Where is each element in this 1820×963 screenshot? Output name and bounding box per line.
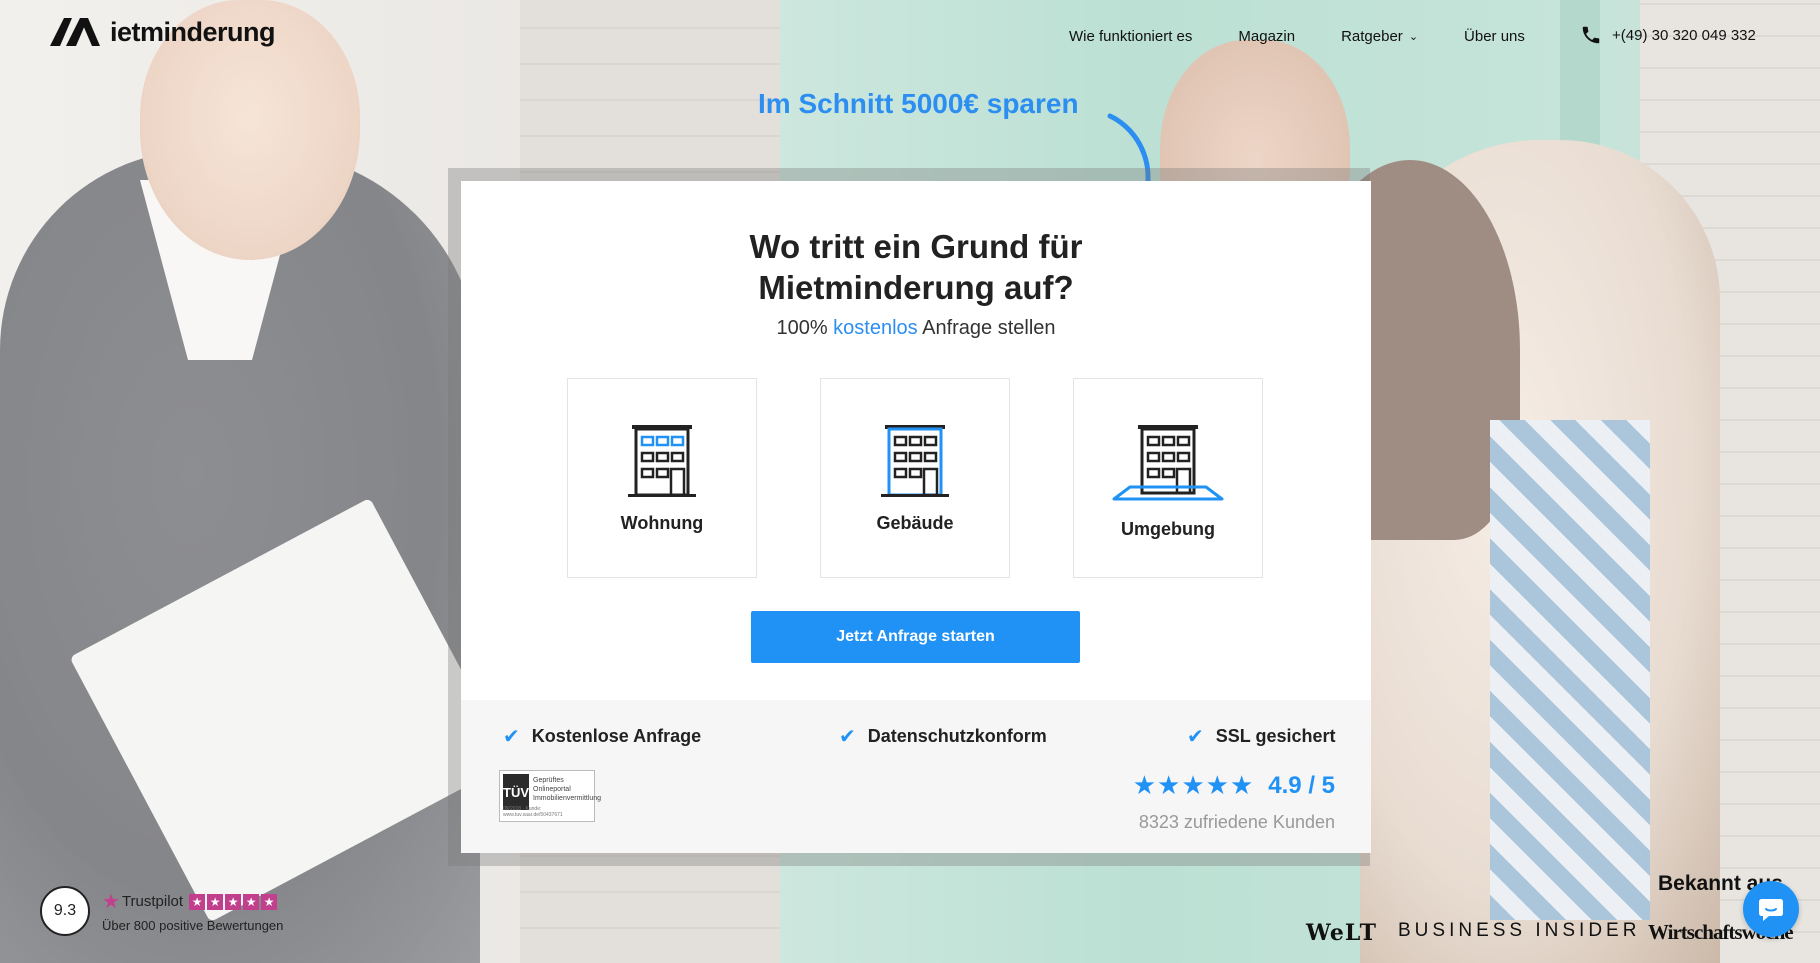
check-icon: ✔ bbox=[839, 726, 856, 748]
option-umgebung[interactable]: Umgebung bbox=[1073, 378, 1263, 578]
option-wohnung[interactable]: Wohnung bbox=[567, 378, 757, 578]
main-nav: Wie funktioniert es Magazin Ratgeber ⌄ Ü… bbox=[1069, 28, 1571, 45]
start-request-button[interactable]: Jetzt Anfrage starten bbox=[751, 611, 1080, 663]
trustpilot-reviews: Über 800 positive Bewertungen bbox=[102, 918, 284, 933]
reason-options: Wohnung Gebäude Umgebung bbox=[567, 378, 1263, 578]
option-label: Wohnung bbox=[620, 513, 704, 533]
card-title: Wo tritt ein Grund für Mietminderung auf… bbox=[749, 228, 1083, 306]
building-apartment-icon bbox=[628, 425, 696, 497]
nav-item-ratgeber[interactable]: Ratgeber ⌄ bbox=[1341, 28, 1418, 45]
trustpilot-score: 9.3 bbox=[40, 886, 90, 936]
option-label: Umgebung bbox=[1121, 519, 1215, 539]
nav-item-wie-funktioniert-es[interactable]: Wie funktioniert es bbox=[1069, 28, 1192, 45]
chevron-down-icon: ⌄ bbox=[1408, 31, 1419, 43]
rating-stars-icon: ★★★★★ bbox=[1132, 770, 1255, 800]
trustpilot-star-icon: ★ bbox=[102, 891, 120, 913]
phone-icon bbox=[1582, 26, 1600, 44]
trustpilot-brand: Trustpilot bbox=[121, 893, 184, 910]
savings-tagline: Im Schnitt 5000€ sparen bbox=[758, 88, 1079, 119]
trust-footer: ✔ Kostenlose Anfrage ✔ Datenschutzkonfor… bbox=[461, 700, 1371, 853]
building-surroundings-icon bbox=[1112, 425, 1224, 501]
trustpilot-stars-icon: ★ ★ ★ ★ ★ bbox=[189, 893, 279, 910]
option-label: Gebäude bbox=[876, 513, 954, 533]
request-card: Wo tritt ein Grund für Mietminderung auf… bbox=[461, 181, 1371, 853]
check-icon: ✔ bbox=[503, 726, 520, 748]
customer-rating: ★★★★★ 4.9 / 5 bbox=[1133, 770, 1335, 801]
check-datenschutz: ✔ Datenschutzkonform bbox=[839, 726, 1047, 748]
phone-number: +(49) 30 320 049 332 bbox=[1612, 26, 1756, 44]
check-ssl: ✔ SSL gesichert bbox=[1187, 726, 1336, 748]
chat-button[interactable] bbox=[1743, 881, 1799, 937]
site-header: ietminderung Wie funktioniert es Magazin… bbox=[0, 0, 1820, 80]
logo-text: ietminderung bbox=[110, 17, 276, 47]
trustpilot-badge[interactable]: 9.3 ★ Trustpilot ★ ★ ★ ★ ★ Über 800 positive… bbox=[40, 886, 283, 936]
press-logo-welt: WeLT bbox=[1306, 920, 1377, 946]
nav-item-ueber-uns[interactable]: Über uns bbox=[1464, 28, 1525, 45]
check-icon: ✔ bbox=[1187, 726, 1204, 748]
site-logo[interactable]: ietminderung bbox=[50, 17, 276, 47]
rating-score: 4.9 / 5 bbox=[1268, 771, 1335, 799]
chat-bubble-icon bbox=[1759, 899, 1783, 921]
building-outline-icon bbox=[881, 425, 949, 497]
phone-link[interactable]: +(49) 30 320 049 332 bbox=[1580, 24, 1756, 46]
logo-mark-icon bbox=[50, 18, 100, 46]
tuv-logo: TÜV bbox=[503, 774, 529, 810]
card-subtitle: 100% kostenlos Anfrage stellen bbox=[776, 317, 1056, 339]
nav-item-magazin[interactable]: Magazin bbox=[1238, 28, 1295, 45]
customer-count: 8323 zufriedene Kunden bbox=[1138, 812, 1335, 832]
option-gebaeude[interactable]: Gebäude bbox=[820, 378, 1010, 578]
tuv-seal: TÜV Geprüftes Onlineportal Immobilienver… bbox=[499, 770, 601, 822]
check-kostenlose-anfrage: ✔ Kostenlose Anfrage bbox=[503, 726, 702, 748]
press-logo-business-insider: BUSINESS INSIDER bbox=[1398, 920, 1641, 941]
